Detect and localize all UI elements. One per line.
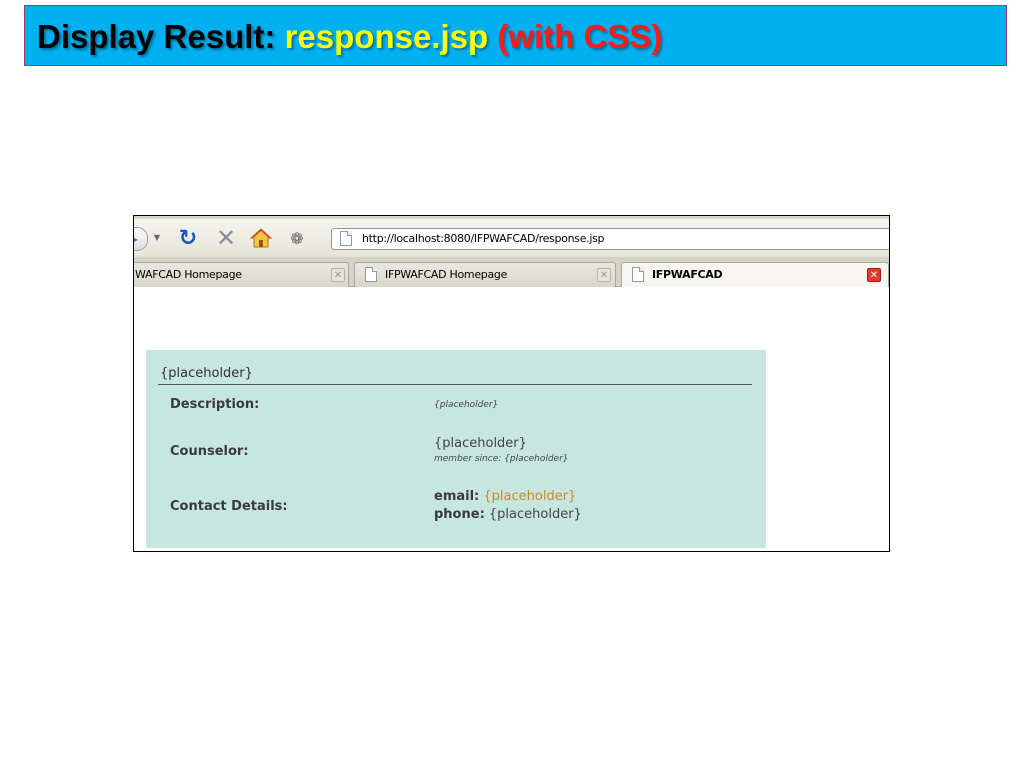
counselor-name: {placeholder}	[434, 436, 527, 451]
title-part-with-css: (with CSS)	[497, 18, 663, 55]
page-content: {placeholder} Description: {placeholder}…	[134, 287, 889, 551]
tab-label: WAFCAD Homepage	[135, 268, 242, 281]
description-value: {placeholder}	[434, 400, 499, 410]
tab-label: IFPWAFCAD Homepage	[385, 268, 508, 281]
email-label: email:	[434, 489, 480, 504]
address-bar[interactable]: http://localhost:8080/IFPWAFCAD/response…	[331, 228, 889, 250]
page-icon	[632, 267, 644, 282]
slide-title-banner: Display Result: response.jsp (with CSS)	[24, 5, 1007, 66]
counselor-label: Counselor:	[170, 444, 249, 459]
contact-details-label: Contact Details:	[170, 499, 288, 514]
browser-window: ▸ ▼ ↻ ✕ ❁ http://localhost:8080/IFPWAFCA…	[133, 215, 890, 552]
url-text[interactable]: http://localhost:8080/IFPWAFCAD/response…	[362, 232, 605, 245]
email-link[interactable]: {placeholder}	[483, 489, 576, 504]
close-icon[interactable]: ✕	[331, 268, 345, 282]
panel-heading: {placeholder}	[158, 366, 752, 385]
page-icon	[340, 231, 352, 246]
page-icon	[365, 267, 377, 282]
tab-strip: WAFCAD Homepage ✕ IFPWAFCAD Homepage ✕ I…	[134, 257, 889, 288]
member-since-label: member since:	[434, 454, 502, 464]
dropdown-icon[interactable]: ▼	[152, 230, 162, 244]
email-line: email: {placeholder}	[434, 489, 576, 504]
member-since-value: {placeholder}	[504, 454, 569, 464]
phone-label: phone:	[434, 507, 485, 522]
tab-ifpwafcad-homepage[interactable]: IFPWAFCAD Homepage ✕	[354, 262, 616, 287]
addon-icon[interactable]: ❁	[286, 227, 308, 249]
home-icon[interactable]	[249, 226, 273, 250]
close-icon[interactable]: ✕	[597, 268, 611, 282]
reload-icon[interactable]: ↻	[176, 226, 200, 251]
tab-wafcad-homepage[interactable]: WAFCAD Homepage ✕	[134, 262, 349, 287]
phone-line: phone: {placeholder}	[434, 507, 582, 522]
slide-title: Display Result: response.jsp (with CSS)	[37, 18, 662, 56]
member-since: member since: {placeholder}	[434, 454, 569, 464]
navigation-toolbar: ▸ ▼ ↻ ✕ ❁ http://localhost:8080/IFPWAFCA…	[134, 216, 889, 257]
tab-ifpwafcad[interactable]: IFPWAFCAD ✕	[621, 262, 889, 288]
phone-value: {placeholder}	[488, 507, 582, 522]
close-icon[interactable]: ✕	[867, 268, 881, 282]
title-part-filename: response.jsp	[284, 18, 489, 55]
tab-label: IFPWAFCAD	[652, 268, 723, 281]
stop-icon[interactable]: ✕	[214, 224, 238, 252]
details-panel: {placeholder} Description: {placeholder}…	[146, 350, 766, 548]
title-part-display-result: Display Result:	[37, 18, 276, 55]
description-label: Description:	[170, 397, 260, 412]
forward-icon[interactable]: ▸	[134, 227, 148, 251]
